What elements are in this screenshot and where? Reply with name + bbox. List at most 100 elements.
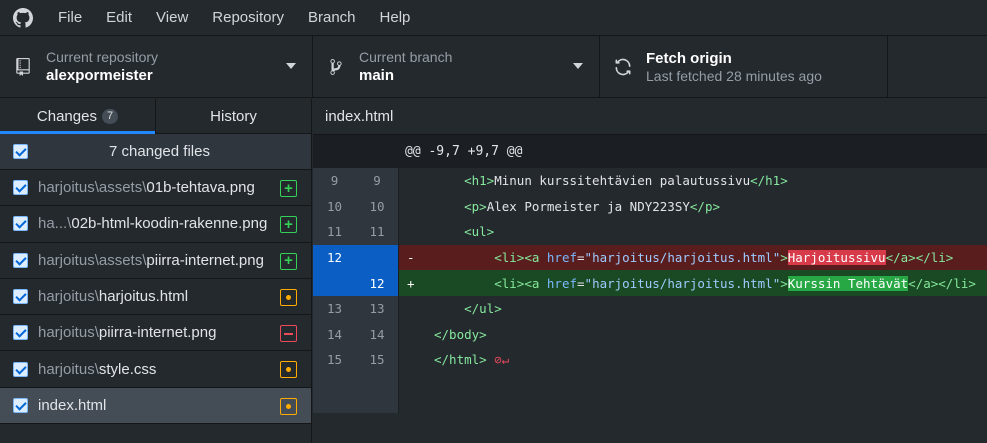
code-token: Alex Pormeister ja NDY223SY [486,198,690,214]
file-include-checkbox[interactable] [13,289,28,305]
menu-edit[interactable]: Edit [94,0,144,35]
code-token: "harjoitus/harjoitus.html" [584,275,781,291]
new-line-number [356,244,399,271]
file-row[interactable]: harjoitus\assets\01b-tehtava.png + [0,170,311,207]
file-directory: harjoitus\ [38,360,99,378]
diff-line-ctx[interactable]: 13 13 </ul> [313,295,987,322]
file-include-checkbox[interactable] [13,325,28,341]
changes-sidebar: Changes 7 History 7 changed files harjoi… [0,99,312,443]
file-directory: harjoitus\ [38,288,99,306]
menu-repository[interactable]: Repository [200,0,296,35]
branch-icon [313,58,359,76]
file-row[interactable]: harjoitus\piirra-internet.png [0,315,311,352]
file-row[interactable]: harjoitus\style.css [0,351,311,388]
code-text: <li><a href = "harjoitus/harjoitus.html" > H… [434,245,987,271]
diff-line-ctx[interactable]: 14 14 </body> [313,321,987,348]
file-directory: harjoitus\assets\ [38,251,147,269]
file-include-checkbox[interactable] [13,361,28,377]
new-line-number: 14 [356,321,399,348]
old-line-number: 10 [313,193,356,220]
file-name: index.html [38,396,107,414]
code-token: = [577,275,585,291]
select-all-checkbox[interactable] [13,144,28,159]
file-name: style.css [98,360,157,378]
file-row[interactable]: harjoitus\assets\piirra-internet.png + [0,243,311,279]
code-token: </body> [434,326,487,342]
current-repository-button[interactable]: Current repository alexpormeister [0,36,313,98]
file-include-checkbox[interactable] [13,397,28,413]
code-token: </h1> [750,173,788,189]
repository-name: alexpormeister [46,67,153,84]
file-row[interactable]: ha...\02b-html-koodin-rakenne.png + [0,206,311,243]
chevron-down-icon [573,63,583,69]
code-token: > [780,250,788,266]
code-text: <h1> Minun kurssitehtävien palautussivu </… [434,168,987,194]
file-added-icon: + [280,180,297,197]
diff-line-ctx[interactable]: 15 15 </html> ⊘↵ [313,347,987,373]
menu-branch[interactable]: Branch [296,0,368,35]
changed-files-count: 7 changed files [109,143,210,160]
file-directory: ha...\ [38,215,72,233]
file-path: index.html [38,397,106,414]
new-line-number: 10 [356,193,399,220]
tab-changes-label: Changes [36,107,97,125]
file-row[interactable]: index.html [0,387,311,425]
tab-history-label: History [210,107,257,125]
file-include-checkbox[interactable] [13,252,28,268]
menu-file[interactable]: File [46,0,94,35]
toolbar: Current repository alexpormeister Curren… [0,35,987,98]
chevron-down-icon [286,63,296,69]
diff-line-del[interactable]: 12 - <li><a href = "harjoitus/harjoitus.htm… [313,244,987,271]
code-token: </p> [689,198,720,214]
diff-gutter-filler [313,372,987,413]
code-token: href [546,250,578,266]
file-include-checkbox[interactable] [13,180,28,196]
file-directory: harjoitus\ [38,324,99,342]
code-token: <li><a [494,250,547,266]
code-token: href [546,275,578,291]
menu-view[interactable]: View [144,0,200,35]
sidebar-tabs: Changes 7 History [0,99,311,134]
tab-changes[interactable]: Changes 7 [0,99,155,134]
diff-line-ctx[interactable]: 99 <h1> Minun kurssitehtävien palautussiv… [313,168,987,194]
old-line-number: 14 [313,321,356,348]
diff-line-ctx[interactable]: 10 10 <p> Alex Pormeister ja NDY223SY </p> [313,193,987,220]
code-token: </html> [434,352,487,368]
no-newline-icon: ⊘↵ [486,352,510,368]
changes-count-badge: 7 [101,108,119,124]
old-line-number: 9 [313,168,356,194]
file-include-checkbox[interactable] [13,216,28,232]
diff-panel: index.html @@ -9,7 +9,7 @@ 99 <h1> Minun … [313,99,987,443]
file-name: 02b-html-koodin-rakenne.png [71,215,268,233]
file-path: harjoitus\style.css [38,361,156,378]
tab-history[interactable]: History [155,99,311,133]
new-line-number: 15 [356,347,399,373]
code-text: </body> [434,322,987,348]
hunk-text: @@ -9,7 +9,7 @@ [405,144,523,159]
file-row[interactable]: harjoitus\harjoitus.html [0,279,311,316]
old-line-number: 13 [313,295,356,322]
fetch-origin-button[interactable]: Fetch origin Last fetched 28 minutes ago [600,36,888,98]
diff-line-ctx[interactable]: 11 11 <ul> [313,219,987,245]
file-modified-icon [280,288,297,306]
new-line-number: 11 [356,219,399,245]
changed-files-header: 7 changed files [0,134,311,170]
diff-line-add[interactable]: 12 + <li><a href = "harjoitus/harjoitus.htm… [313,270,987,296]
diff-view: @@ -9,7 +9,7 @@ 99 <h1> Minun kurssitehtä… [313,135,987,413]
code-token: <h1> [464,173,495,189]
code-text: <p> Alex Pormeister ja NDY223SY </p> [434,194,987,220]
file-name: piirra-internet.png [146,251,264,269]
current-branch-button[interactable]: Current branch main [313,36,600,98]
old-line-number [313,270,356,296]
menu-help[interactable]: Help [368,0,423,35]
file-directory: harjoitus\assets\ [38,179,147,197]
sync-icon [600,57,646,77]
file-path: harjoitus\harjoitus.html [38,288,188,305]
file-path: harjoitus\assets\piirra-internet.png [38,252,264,269]
file-modified-icon [280,397,297,415]
github-logo-icon [0,0,46,35]
code-token: </a></li> [908,275,976,291]
